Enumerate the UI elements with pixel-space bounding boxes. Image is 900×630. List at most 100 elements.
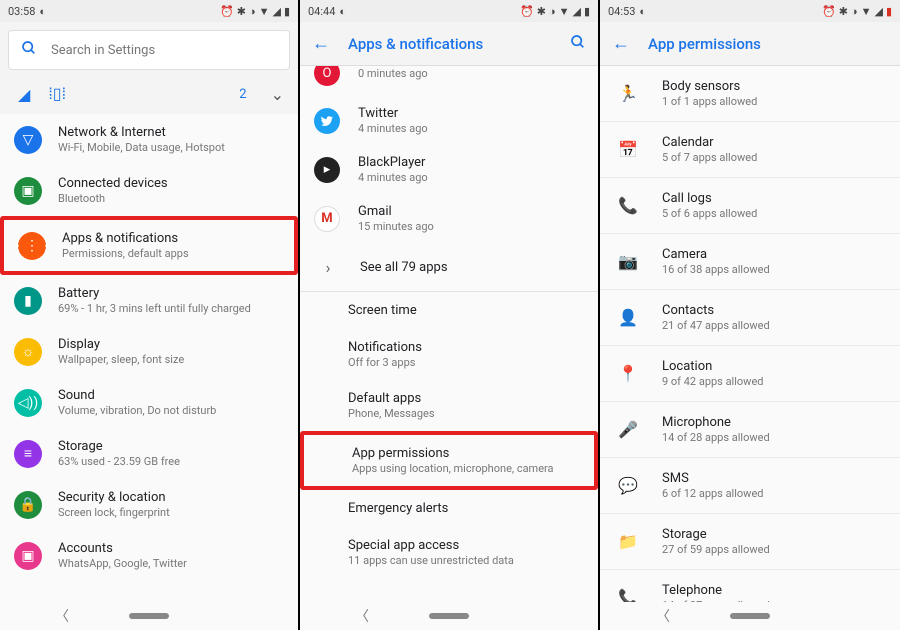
app-permissions-screen: 04:53 ◐ ⏰ ✱ ◑ ▼ ◢ ▮ ← App permissions 🏃 … — [600, 0, 900, 630]
clock: 04:44 — [308, 5, 335, 18]
permission-subtitle: 5 of 7 apps allowed — [662, 151, 757, 164]
suggestion-count: 2 — [239, 87, 246, 102]
app-icon: M — [314, 206, 340, 232]
signal-icon: ◢ — [272, 5, 280, 18]
permission-subtitle: 16 of 38 apps allowed — [662, 263, 770, 276]
search-settings[interactable]: Search in Settings — [8, 30, 290, 70]
settings-item[interactable]: ▣ Connected devices Bluetooth — [0, 165, 298, 216]
nav-home-pill[interactable] — [129, 613, 169, 619]
permission-title: Calendar — [662, 135, 757, 150]
section-item[interactable]: Emergency alerts — [300, 490, 598, 527]
item-subtitle: 63% used - 23.59 GB free — [58, 455, 180, 468]
app-name: Gmail — [358, 204, 434, 219]
section-item[interactable]: App permissions Apps using location, mic… — [300, 431, 598, 490]
permission-title: Microphone — [662, 415, 770, 430]
header-title: App permissions — [648, 35, 888, 53]
recent-app-row[interactable]: Twitter 4 minutes ago — [300, 96, 598, 145]
section-item[interactable]: Notifications Off for 3 apps — [300, 329, 598, 380]
settings-item[interactable]: 🔒 Security & location Screen lock, finge… — [0, 479, 298, 530]
recent-app-row[interactable]: ▸ BlackPlayer 4 minutes ago — [300, 145, 598, 194]
section-title: Default apps — [348, 391, 584, 406]
permission-row[interactable]: 📁 Storage 27 of 59 apps allowed — [600, 514, 900, 570]
permission-row[interactable]: 📍 Location 9 of 42 apps allowed — [600, 346, 900, 402]
dnd-icon: ◐ — [39, 5, 46, 18]
settings-item[interactable]: ▮ Battery 69% - 1 hr, 3 mins left until … — [0, 275, 298, 326]
alarm-icon: ⏰ — [520, 5, 534, 18]
vibrate-icon: ⁞▯⁞ — [48, 84, 66, 104]
nav-home-pill[interactable] — [730, 613, 770, 619]
search-icon[interactable] — [570, 34, 586, 54]
rotate-icon: ◑ — [249, 5, 256, 18]
sim-icon: ◢ — [18, 85, 30, 104]
settings-item[interactable]: ▽ Network & Internet Wi-Fi, Mobile, Data… — [0, 114, 298, 165]
app-icon — [314, 108, 340, 134]
wifi-icon: ▼ — [559, 5, 570, 18]
status-icons: ⏰ ✱ ◑ ▼ ◢ ▮ — [520, 5, 590, 18]
settings-item[interactable]: ▣ Accounts WhatsApp, Google, Twitter — [0, 530, 298, 581]
permission-row[interactable]: 📞 Call logs 5 of 6 apps allowed — [600, 178, 900, 234]
settings-item[interactable]: ≡ Storage 63% used - 23.59 GB free — [0, 428, 298, 479]
header-title: Apps & notifications — [348, 35, 552, 53]
nav-back-icon[interactable]: 〈 — [55, 606, 69, 626]
settings-item[interactable]: ☼ Display Wallpaper, sleep, font size — [0, 326, 298, 377]
setting-icon: ≡ — [14, 440, 42, 468]
permission-row[interactable]: 📷 Camera 16 of 38 apps allowed — [600, 234, 900, 290]
permission-subtitle: 5 of 6 apps allowed — [662, 207, 757, 220]
section-title: Emergency alerts — [348, 501, 584, 516]
app-subtitle: 0 minutes ago — [358, 67, 428, 80]
back-arrow-icon[interactable]: ← — [312, 33, 330, 54]
search-icon — [21, 40, 37, 60]
dnd-icon: ◐ — [639, 5, 646, 18]
recent-app-row[interactable]: M Gmail 15 minutes ago — [300, 194, 598, 243]
permission-icon: 📷 — [614, 248, 642, 276]
see-all-label: See all 79 apps — [360, 260, 448, 275]
see-all-apps[interactable]: › See all 79 apps — [300, 243, 598, 291]
bluetooth-icon: ✱ — [237, 5, 246, 18]
section-item[interactable]: Screen time — [300, 292, 598, 329]
status-icons: ⏰ ✱ ◑ ▼ ◢ ▮ — [220, 5, 290, 18]
permission-row[interactable]: 🏃 Body sensors 1 of 1 apps allowed — [600, 66, 900, 122]
item-title: Sound — [58, 388, 216, 403]
section-title: Special app access — [348, 538, 584, 553]
permission-row[interactable]: 📅 Calendar 5 of 7 apps allowed — [600, 122, 900, 178]
suggestion-row[interactable]: ◢ ⁞▯⁞ 2 ⌄ — [0, 78, 298, 114]
item-title: Network & Internet — [58, 125, 225, 140]
signal-icon: ◢ — [874, 5, 882, 18]
permission-subtitle: 1 of 1 apps allowed — [662, 95, 757, 108]
item-title: Accounts — [58, 541, 187, 556]
apps-list[interactable]: O 0 minutes ago Twitter 4 minutes ago ▸ … — [300, 66, 598, 630]
section-item[interactable]: Default apps Phone, Messages — [300, 380, 598, 431]
app-icon: O — [314, 66, 340, 86]
nav-bar: 〈 — [600, 602, 900, 630]
permission-row[interactable]: 💬 SMS 6 of 12 apps allowed — [600, 458, 900, 514]
back-arrow-icon[interactable]: ← — [612, 33, 630, 54]
settings-item[interactable]: ◁)) Sound Volume, vibration, Do not dist… — [0, 377, 298, 428]
nav-back-icon[interactable]: 〈 — [656, 606, 670, 626]
item-subtitle: Permissions, default apps — [62, 247, 189, 260]
permission-row[interactable]: 👤 Contacts 21 of 47 apps allowed — [600, 290, 900, 346]
permission-subtitle: 21 of 47 apps allowed — [662, 319, 770, 332]
permission-subtitle: 14 of 28 apps allowed — [662, 431, 770, 444]
wifi-icon: ▼ — [259, 5, 270, 18]
nav-back-icon[interactable]: 〈 — [355, 606, 369, 626]
app-icon: ▸ — [314, 157, 340, 183]
permission-subtitle: 9 of 42 apps allowed — [662, 375, 763, 388]
recent-app-row[interactable]: O 0 minutes ago — [300, 66, 598, 96]
section-item[interactable]: Special app access 11 apps can use unres… — [300, 527, 598, 578]
search-placeholder: Search in Settings — [51, 43, 155, 58]
item-title: Display — [58, 337, 184, 352]
permission-title: SMS — [662, 471, 763, 486]
app-subtitle: 4 minutes ago — [358, 122, 428, 135]
settings-main-screen: 03:58 ◐ ⏰ ✱ ◑ ▼ ◢ ▮ Search in Settings ◢… — [0, 0, 300, 630]
settings-item[interactable]: ⋮⋮⋮ Apps & notifications Permissions, de… — [0, 216, 298, 275]
section-subtitle: 11 apps can use unrestricted data — [348, 554, 584, 567]
nav-home-pill[interactable] — [429, 613, 469, 619]
header-bar: ← Apps & notifications — [300, 22, 598, 66]
permission-row[interactable]: 🎤 Microphone 14 of 28 apps allowed — [600, 402, 900, 458]
permissions-list[interactable]: 🏃 Body sensors 1 of 1 apps allowed 📅 Cal… — [600, 66, 900, 630]
chevron-right-icon: › — [314, 253, 342, 281]
item-subtitle: Wallpaper, sleep, font size — [58, 353, 184, 366]
alarm-icon: ⏰ — [220, 5, 234, 18]
settings-list[interactable]: ▽ Network & Internet Wi-Fi, Mobile, Data… — [0, 114, 298, 630]
permission-icon: 🏃 — [614, 80, 642, 108]
